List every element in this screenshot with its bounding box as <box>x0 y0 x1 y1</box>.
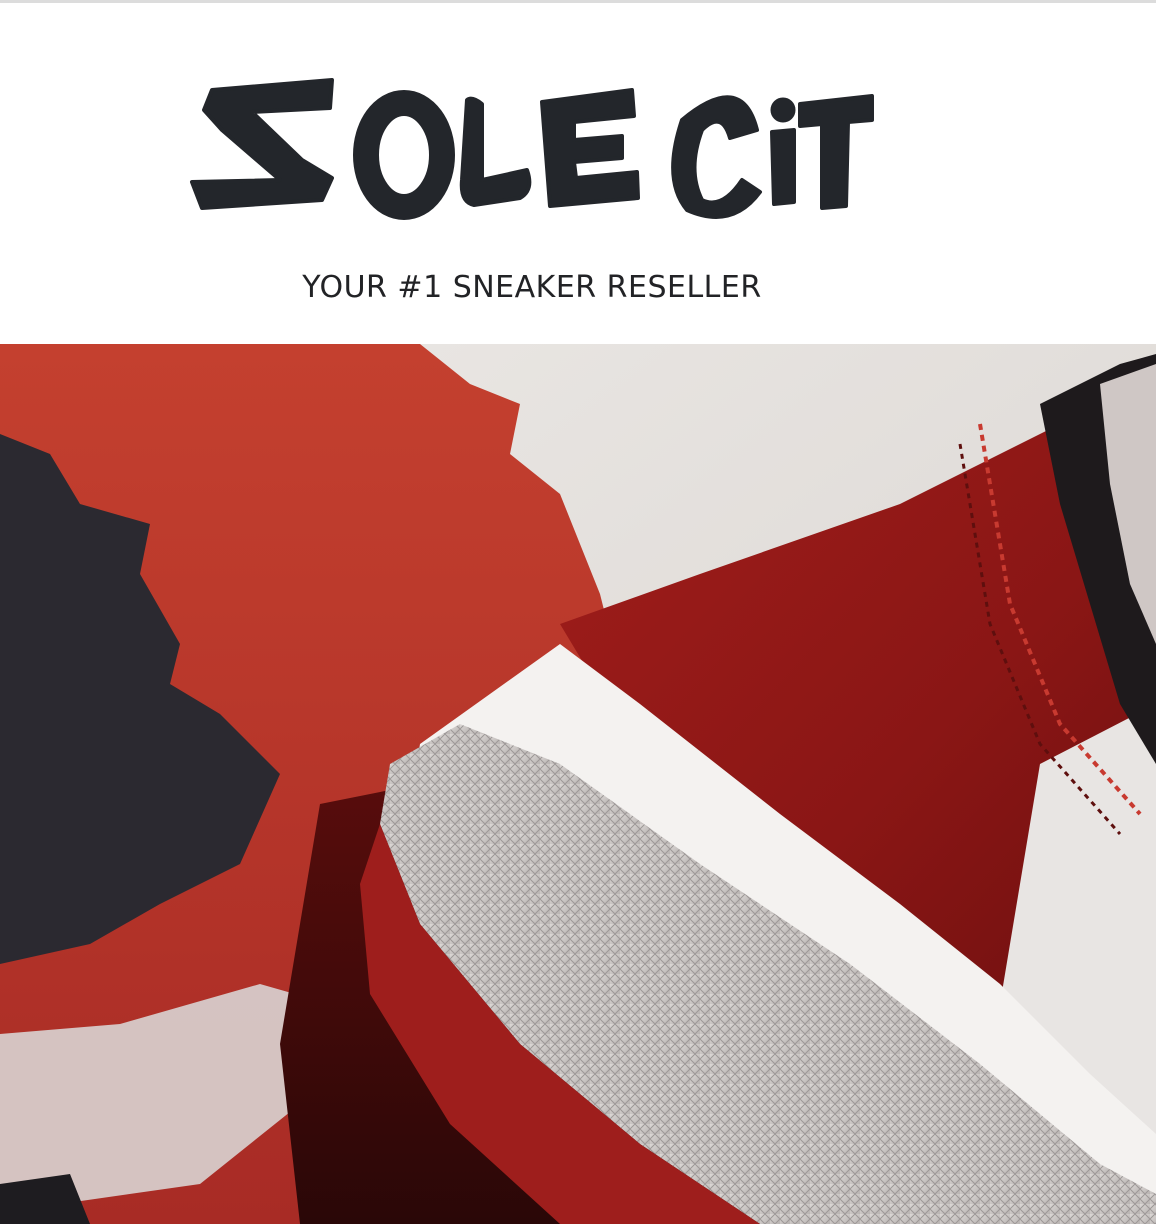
site-tagline: YOUR #1 SNEAKER RESELLER <box>302 270 762 305</box>
site-header: YOUR #1 SNEAKER RESELLER <box>0 8 1156 344</box>
brand-logo[interactable] <box>182 60 882 230</box>
browser-top-edge <box>0 0 1156 8</box>
hero-banner <box>0 344 1156 1224</box>
sneaker-hero-image <box>0 344 1156 1224</box>
logo-wordmark <box>190 78 874 220</box>
